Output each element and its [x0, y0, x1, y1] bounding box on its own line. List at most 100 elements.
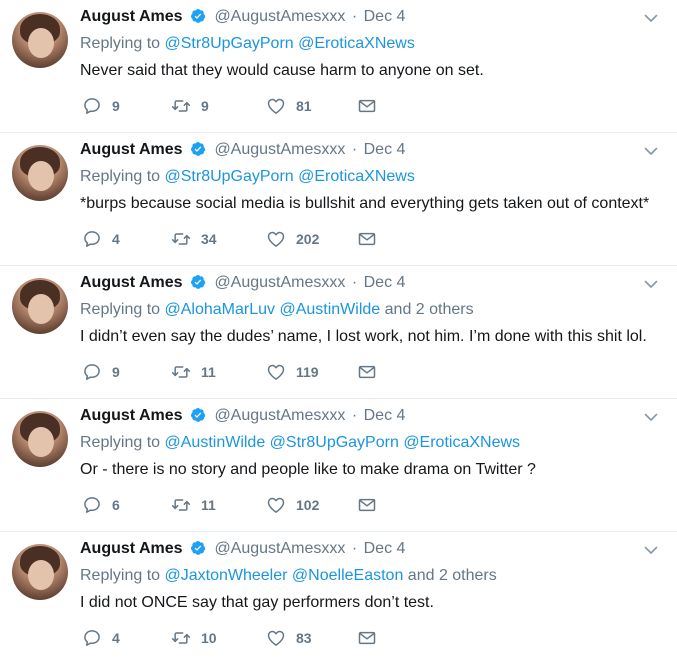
like-count: 202 — [296, 231, 320, 247]
mention-link[interactable]: @EroticaXNews — [298, 35, 415, 52]
retweet-button[interactable]: 9 — [171, 94, 209, 118]
tweet-date[interactable]: Dec 4 — [364, 141, 406, 158]
tweet[interactable]: August Ames @AugustAmesxxx · Dec 4 Reply… — [0, 266, 677, 399]
tweet-text: I did not ONCE say that gay performers d… — [80, 594, 434, 611]
direct-message-button[interactable] — [357, 626, 377, 650]
tweet-header: August Ames @AugustAmesxxx · Dec 4 — [80, 139, 405, 161]
separator-dot: · — [351, 274, 358, 291]
mention-list: @JaxtonWheeler @NoelleEaston — [165, 567, 408, 584]
others-link[interactable]: and 2 others — [385, 301, 474, 318]
chevron-down-icon[interactable] — [643, 143, 659, 159]
avatar[interactable] — [12, 544, 68, 600]
avatar[interactable] — [12, 145, 68, 201]
author-name[interactable]: August Ames — [80, 540, 183, 557]
replying-to-line: Replying to @Str8UpGayPorn @EroticaXNews — [80, 166, 415, 188]
retweet-button[interactable]: 11 — [171, 493, 216, 517]
avatar[interactable] — [12, 278, 68, 334]
retweet-icon — [171, 499, 191, 511]
direct-message-button[interactable] — [357, 360, 377, 384]
tweet-date[interactable]: Dec 4 — [364, 407, 406, 424]
author-handle[interactable]: @AugustAmesxxx — [214, 274, 345, 291]
separator-dot: · — [351, 141, 358, 158]
mention-link[interactable]: @AustinWilde — [279, 301, 380, 318]
reply-button[interactable]: 9 — [82, 360, 120, 384]
tweet-date[interactable]: Dec 4 — [364, 274, 406, 291]
direct-message-button[interactable] — [357, 493, 377, 517]
tweet-date[interactable]: Dec 4 — [364, 540, 406, 557]
chevron-down-icon[interactable] — [643, 542, 659, 558]
avatar[interactable] — [12, 411, 68, 467]
separator-dot: · — [351, 540, 358, 557]
replying-to-line: Replying to @AlohaMarLuv @AustinWilde an… — [80, 299, 474, 321]
verified-badge-icon — [190, 408, 206, 422]
tweet-header: August Ames @AugustAmesxxx · Dec 4 — [80, 272, 405, 294]
author-handle[interactable]: @AugustAmesxxx — [214, 141, 345, 158]
mention-list: @Str8UpGayPorn @EroticaXNews — [165, 168, 415, 185]
author-name[interactable]: August Ames — [80, 141, 183, 158]
replying-to-label: Replying to — [80, 168, 161, 185]
heart-icon — [267, 364, 285, 380]
mention-list: @AustinWilde @Str8UpGayPorn @EroticaXNew… — [165, 434, 521, 451]
mention-link[interactable]: @NoelleEaston — [292, 567, 403, 584]
mention-link[interactable]: @JaxtonWheeler — [165, 567, 288, 584]
retweet-button[interactable]: 10 — [171, 626, 217, 650]
like-count: 81 — [296, 98, 312, 114]
mention-link[interactable]: @EroticaXNews — [403, 434, 520, 451]
like-button[interactable]: 202 — [266, 227, 319, 251]
reply-icon — [84, 497, 100, 513]
author-name[interactable]: August Ames — [80, 407, 183, 424]
mention-link[interactable]: @Str8UpGayPorn — [165, 35, 294, 52]
reply-count: 4 — [112, 630, 120, 646]
mention-link[interactable]: @AustinWilde — [165, 434, 266, 451]
retweet-count: 10 — [201, 630, 217, 646]
verified-badge-icon — [190, 9, 206, 23]
like-button[interactable]: 119 — [266, 360, 319, 384]
reply-count: 6 — [112, 497, 120, 513]
reply-button[interactable]: 9 — [82, 94, 120, 118]
retweet-button[interactable]: 11 — [171, 360, 216, 384]
like-button[interactable]: 81 — [266, 94, 312, 118]
like-button[interactable]: 83 — [266, 626, 312, 650]
tweet-feed: August Ames @AugustAmesxxx · Dec 4 Reply… — [0, 0, 677, 665]
others-link[interactable]: and 2 others — [408, 567, 497, 584]
tweet[interactable]: August Ames @AugustAmesxxx · Dec 4 Reply… — [0, 0, 677, 133]
direct-message-button[interactable] — [357, 227, 377, 251]
author-handle[interactable]: @AugustAmesxxx — [214, 8, 345, 25]
tweet[interactable]: August Ames @AugustAmesxxx · Dec 4 Reply… — [0, 133, 677, 266]
direct-message-button[interactable] — [357, 94, 377, 118]
mention-link[interactable]: @EroticaXNews — [298, 168, 415, 185]
chevron-down-icon[interactable] — [643, 10, 659, 26]
chevron-down-icon[interactable] — [643, 276, 659, 292]
reply-button[interactable]: 6 — [82, 493, 120, 517]
mention-link[interactable]: @AlohaMarLuv — [165, 301, 276, 318]
like-count: 119 — [296, 364, 319, 380]
mention-list: @AlohaMarLuv @AustinWilde — [165, 301, 385, 318]
replying-to-line: Replying to @JaxtonWheeler @NoelleEaston… — [80, 565, 497, 587]
mention-link[interactable]: @Str8UpGayPorn — [270, 434, 399, 451]
reply-button[interactable]: 4 — [82, 227, 120, 251]
retweet-button[interactable]: 34 — [171, 227, 217, 251]
retweet-count: 9 — [201, 98, 209, 114]
author-handle[interactable]: @AugustAmesxxx — [214, 407, 345, 424]
like-button[interactable]: 102 — [266, 493, 319, 517]
mention-link[interactable]: @Str8UpGayPorn — [165, 168, 294, 185]
author-name[interactable]: August Ames — [80, 8, 183, 25]
tweet[interactable]: August Ames @AugustAmesxxx · Dec 4 Reply… — [0, 399, 677, 532]
tweet-text: *burps because social media is bullshit … — [80, 195, 650, 212]
envelope-icon — [358, 498, 376, 512]
retweet-icon — [171, 366, 191, 378]
tweet-text: Or - there is no story and people like t… — [80, 461, 536, 478]
retweet-count: 34 — [201, 231, 217, 247]
reply-icon — [84, 98, 100, 114]
tweet-date[interactable]: Dec 4 — [364, 8, 406, 25]
author-name[interactable]: August Ames — [80, 274, 183, 291]
reply-button[interactable]: 4 — [82, 626, 120, 650]
tweet[interactable]: August Ames @AugustAmesxxx · Dec 4 Reply… — [0, 532, 677, 665]
avatar[interactable] — [12, 12, 68, 68]
replying-to-label: Replying to — [80, 35, 161, 52]
chevron-down-icon[interactable] — [643, 409, 659, 425]
author-handle[interactable]: @AugustAmesxxx — [214, 540, 345, 557]
tweet-header: August Ames @AugustAmesxxx · Dec 4 — [80, 538, 405, 560]
replying-to-line: Replying to @AustinWilde @Str8UpGayPorn … — [80, 432, 520, 454]
replying-to-label: Replying to — [80, 434, 161, 451]
